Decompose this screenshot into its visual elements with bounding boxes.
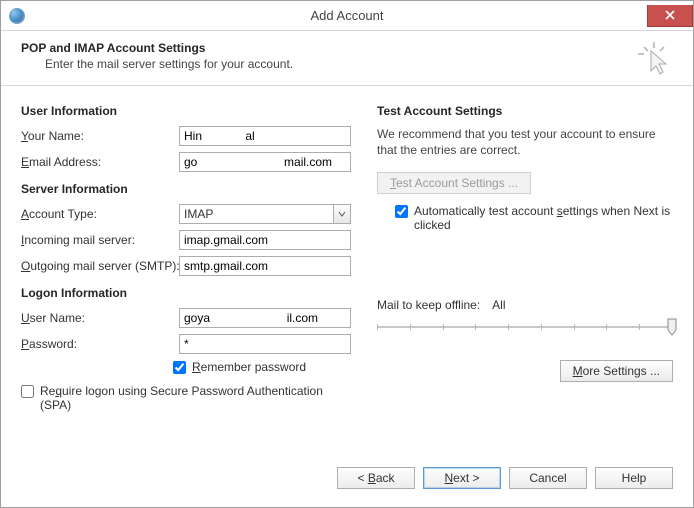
account-type-select[interactable]: IMAP (179, 204, 351, 224)
spa-checkbox[interactable] (21, 385, 34, 398)
auto-test-checkbox[interactable] (395, 205, 408, 218)
outgoing-server-input[interactable] (179, 256, 351, 276)
more-settings-button[interactable]: More Settings ... (560, 360, 673, 382)
your-name-label: Your Name: (21, 129, 173, 143)
mail-keep-value: All (492, 298, 505, 312)
password-label: Password: (21, 337, 173, 351)
test-settings-desc: We recommend that you test your account … (377, 126, 673, 158)
user-info-heading: User Information (21, 104, 351, 118)
app-icon (9, 8, 25, 24)
close-icon (665, 10, 675, 20)
page-subtitle: Enter the mail server settings for your … (45, 57, 673, 71)
next-button[interactable]: Next > (423, 467, 501, 489)
spa-label: Require logon using Secure Password Auth… (40, 384, 351, 412)
mail-keep-slider[interactable] (377, 318, 673, 336)
server-info-heading: Server Information (21, 182, 351, 196)
auto-test-label: Automatically test account settings when… (414, 204, 673, 232)
remember-password-label: Remember password (192, 360, 306, 374)
test-settings-heading: Test Account Settings (377, 104, 673, 118)
outgoing-label: Outgoing mail server (SMTP): (21, 259, 173, 273)
test-account-settings-button[interactable]: Test Account Settings ... (377, 172, 531, 194)
incoming-label: Incoming mail server: (21, 233, 173, 247)
your-name-input[interactable] (179, 126, 351, 146)
back-button[interactable]: < Back (337, 467, 415, 489)
email-input[interactable] (179, 152, 351, 172)
remember-password-checkbox[interactable] (173, 361, 186, 374)
password-input[interactable] (179, 334, 351, 354)
help-button[interactable]: Help (595, 467, 673, 489)
page-title: POP and IMAP Account Settings (21, 41, 673, 55)
wizard-cursor-icon (637, 41, 671, 78)
window-title: Add Account (1, 8, 693, 23)
close-button[interactable] (647, 5, 693, 27)
slider-thumb-icon (667, 318, 677, 336)
mail-keep-label: Mail to keep offline: (377, 298, 480, 312)
chevron-down-icon (333, 204, 351, 224)
account-type-label: Account Type: (21, 207, 173, 221)
incoming-server-input[interactable] (179, 230, 351, 250)
logon-info-heading: Logon Information (21, 286, 351, 300)
cancel-button[interactable]: Cancel (509, 467, 587, 489)
user-name-input[interactable] (179, 308, 351, 328)
email-label: Email Address: (21, 155, 173, 169)
account-type-value: IMAP (179, 204, 333, 224)
user-name-label: User Name: (21, 311, 173, 325)
